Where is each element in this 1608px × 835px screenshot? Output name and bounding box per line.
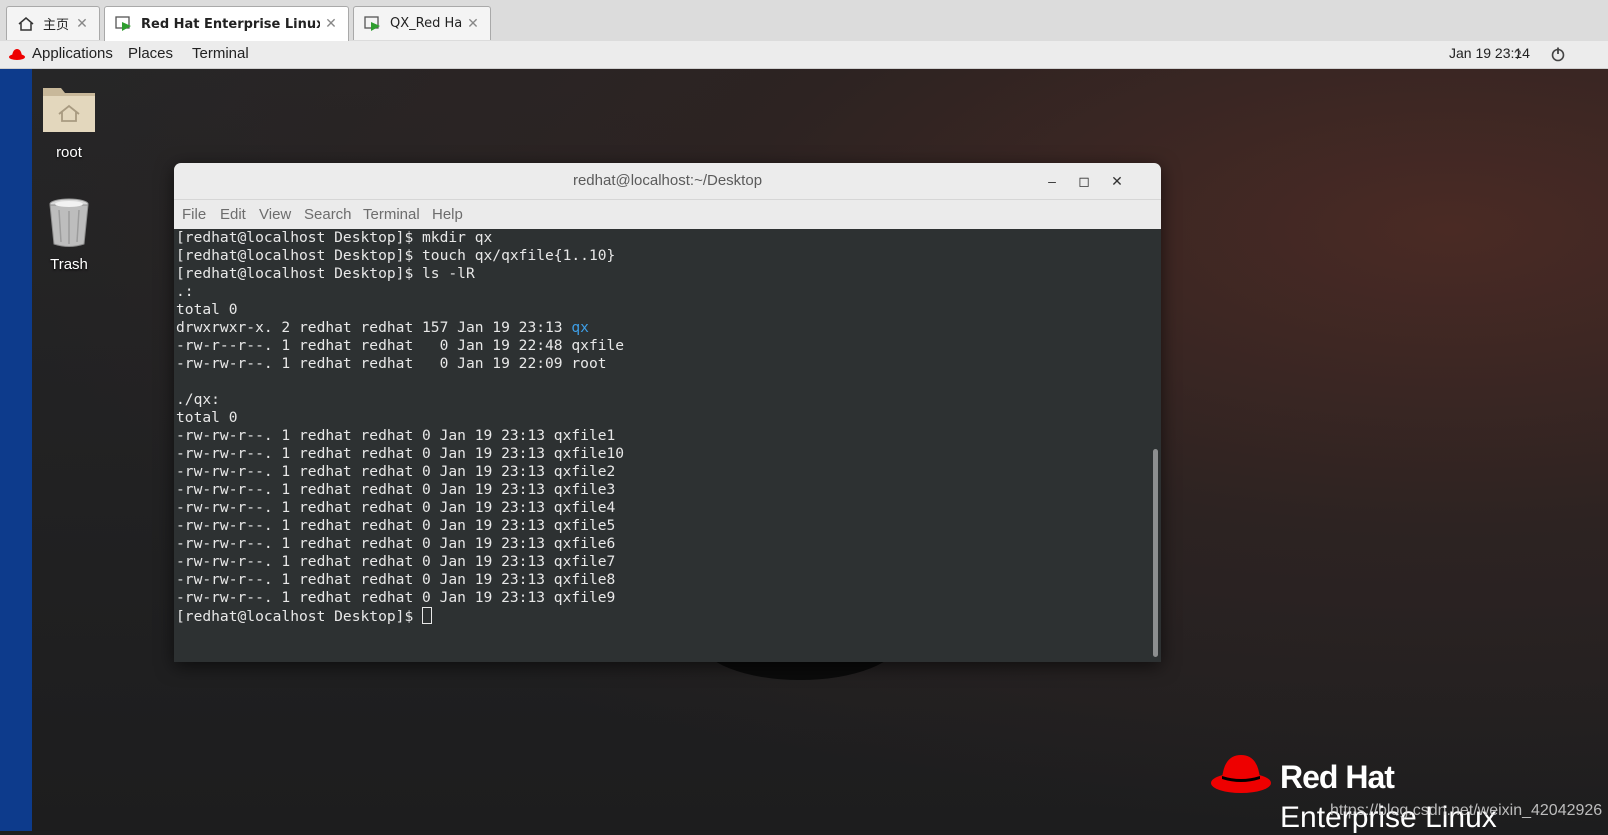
terminal-line: .:: [176, 283, 194, 300]
terminal-line: -rw-rw-r--. 1 redhat redhat 0 Jan 19 23:…: [176, 517, 616, 534]
vm-icon: [364, 15, 382, 33]
terminal-line: [redhat@localhost Desktop]$ mkdir qx: [176, 229, 493, 246]
desktop-icon-label: Trash: [50, 256, 88, 273]
brand-line1: Red Hat: [1280, 759, 1395, 795]
vm-icon: [115, 15, 133, 33]
redhat-logo-icon: [1210, 749, 1272, 801]
terminal-prompt: [redhat@localhost Desktop]$: [176, 608, 423, 625]
terminal-line: -rw-rw-r--. 1 redhat redhat 0 Jan 19 23:…: [176, 481, 616, 498]
close-icon[interactable]: ✕: [320, 16, 342, 32]
terminal-line-text: drwxrwxr-x. 2 redhat redhat 157 Jan 19 2…: [176, 319, 572, 336]
terminal-line: -rw-r--r--. 1 redhat redhat 0 Jan 19 22:…: [176, 337, 625, 354]
tab-qx-redhat[interactable]: QX_Red Hat ✕: [353, 6, 491, 40]
terminal-line: ./qx:: [176, 391, 220, 408]
menu-view[interactable]: View: [259, 206, 291, 223]
terminal-line: -rw-rw-r--. 1 redhat redhat 0 Jan 19 23:…: [176, 571, 616, 588]
terminal-line: [redhat@localhost Desktop]$ ls -lR: [176, 265, 475, 282]
close-icon[interactable]: ✕: [71, 16, 93, 32]
terminal-line: -rw-rw-r--. 1 redhat redhat 0 Jan 19 22:…: [176, 355, 607, 372]
home-icon: [17, 15, 35, 33]
menu-search[interactable]: Search: [304, 206, 352, 223]
tab-label: QX_Red Hat: [390, 16, 462, 31]
terminal-line: [redhat@localhost Desktop]$ touch qx/qxf…: [176, 247, 616, 264]
terminal-line: total 0: [176, 301, 238, 318]
left-edge-strip: [0, 69, 32, 831]
close-icon[interactable]: ✕: [462, 16, 484, 32]
minimize-icon[interactable]: –: [1042, 171, 1062, 191]
watermark: https://blog.csdn.net/weixin_42042926: [1330, 802, 1603, 819]
menu-edit[interactable]: Edit: [220, 206, 246, 223]
power-icon[interactable]: [1550, 46, 1566, 66]
terminal-app-menu[interactable]: Terminal: [192, 45, 249, 62]
terminal-line: -rw-rw-r--. 1 redhat redhat 0 Jan 19 23:…: [176, 427, 616, 444]
vm-tab-strip: 主页 ✕ Red Hat Enterprise Linux 8 ... ✕ QX…: [0, 0, 1608, 42]
text-cursor: [422, 607, 433, 624]
terminal-line: -rw-rw-r--. 1 redhat redhat 0 Jan 19 23:…: [176, 553, 616, 570]
tab-home[interactable]: 主页 ✕: [6, 6, 100, 40]
menu-help[interactable]: Help: [432, 206, 463, 223]
accessibility-icon[interactable]: ?: [1514, 47, 1521, 62]
redhat-hat-icon: [8, 46, 26, 66]
desktop-icon-home[interactable]: root: [24, 80, 114, 161]
terminal-titlebar[interactable]: redhat@localhost:~/Desktop – ◻ ✕: [174, 163, 1161, 200]
trash-icon: [45, 198, 93, 252]
terminal-menubar: File Edit View Search Terminal Help: [174, 200, 1161, 230]
directory-entry: qx: [571, 319, 589, 336]
terminal-output[interactable]: [redhat@localhost Desktop]$ mkdir qx [re…: [174, 229, 1149, 662]
terminal-line: -rw-rw-r--. 1 redhat redhat 0 Jan 19 23:…: [176, 535, 616, 552]
menu-terminal[interactable]: Terminal: [363, 206, 420, 223]
terminal-scrollbar[interactable]: [1149, 229, 1161, 662]
scrollbar-thumb[interactable]: [1153, 449, 1158, 657]
terminal-line: -rw-rw-r--. 1 redhat redhat 0 Jan 19 23:…: [176, 445, 625, 462]
terminal-line: -rw-rw-r--. 1 redhat redhat 0 Jan 19 23:…: [176, 463, 616, 480]
desktop-icon-trash[interactable]: Trash: [24, 196, 114, 273]
places-menu[interactable]: Places: [128, 45, 173, 62]
window-title: redhat@localhost:~/Desktop: [572, 172, 763, 189]
terminal-line: total 0: [176, 409, 238, 426]
tab-rhel8[interactable]: Red Hat Enterprise Linux 8 ... ✕: [104, 6, 349, 41]
tab-label: Red Hat Enterprise Linux 8 ...: [141, 16, 320, 32]
applications-menu[interactable]: Applications: [32, 45, 113, 62]
terminal-prompt-line[interactable]: [redhat@localhost Desktop]$: [174, 607, 1149, 625]
home-folder-icon: [41, 88, 97, 140]
terminal-window[interactable]: redhat@localhost:~/Desktop – ◻ ✕ File Ed…: [174, 163, 1161, 662]
terminal-line: -rw-rw-r--. 1 redhat redhat 0 Jan 19 23:…: [176, 589, 616, 606]
tab-label: 主页: [43, 18, 70, 33]
menu-file[interactable]: File: [182, 206, 206, 223]
maximize-icon[interactable]: ◻: [1074, 171, 1094, 191]
close-icon[interactable]: ✕: [1107, 171, 1127, 191]
desktop-icon-label: root: [56, 144, 82, 161]
terminal-line: drwxrwxr-x. 2 redhat redhat 157 Jan 19 2…: [174, 319, 1149, 337]
terminal-line: -rw-rw-r--. 1 redhat redhat 0 Jan 19 23:…: [176, 499, 616, 516]
gnome-top-bar: Applications Places Terminal Jan 19 23:1…: [0, 41, 1608, 69]
